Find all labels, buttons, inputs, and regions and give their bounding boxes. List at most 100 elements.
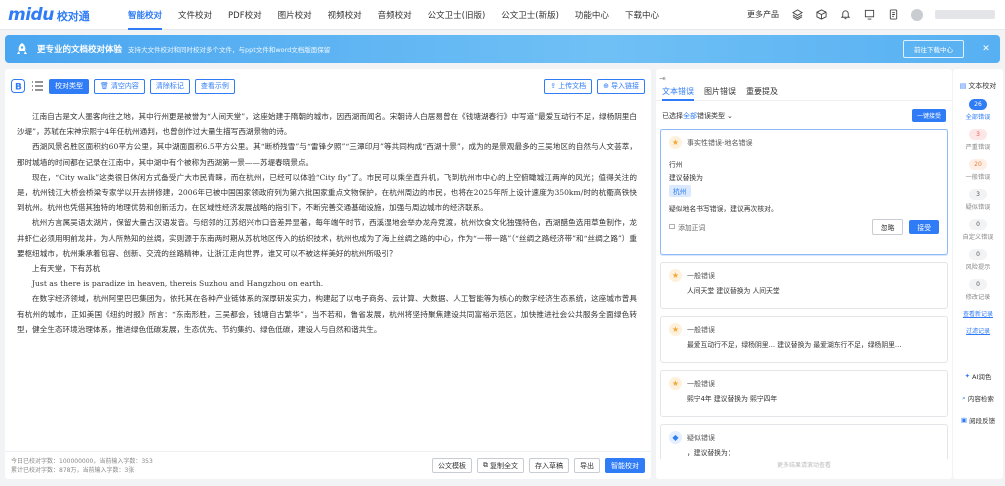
save-draft-button[interactable]: 存入草稿 (529, 458, 569, 473)
logo[interactable]: midu 校对通 (0, 5, 120, 25)
trash-icon: 🗑 (100, 82, 109, 90)
ai-icon: ✦ (964, 372, 971, 380)
check-type-button[interactable]: 校对类型 (49, 78, 89, 94)
toolbar-right: ⇪ 上传文档 ⊕ 导入链接 (544, 78, 645, 94)
tool-label: 阅段反馈 (969, 417, 996, 425)
nav-smart-check[interactable]: 智能校对 (120, 0, 170, 30)
stats-sidebar: ▤ 文本校对 26 全部错误 3 严重错误 20 一般错误 3 疑似错误 0 自定义错误 0… (953, 69, 1003, 479)
username-blurred[interactable] (935, 10, 995, 19)
stat-total: 累计已校对字数：878万，当前输入字数：3张 (11, 466, 135, 474)
content-search-tool[interactable]: ⌕ 内容检索 (962, 393, 994, 404)
clear-marks-button[interactable]: 清除标记 (149, 78, 190, 94)
doc-paragraph-6: Just as there is paradize in heaven, the… (32, 279, 324, 289)
cube-icon[interactable] (815, 9, 827, 21)
star-icon: ★ (669, 377, 682, 390)
stat-label: 严重错误 (965, 144, 991, 151)
tab-text-errors[interactable]: 文本错误 (662, 86, 694, 101)
add-word-icon[interactable]: ☐ (669, 223, 675, 231)
document-icon[interactable] (887, 9, 899, 21)
stat-label: 自定义错误 (962, 234, 994, 241)
stat-suspected-errors[interactable]: 3 疑似错误 (965, 189, 991, 211)
card-hint: 建议替换为 (669, 174, 703, 182)
avatar[interactable] (911, 8, 923, 21)
ignore-button[interactable]: 忽略 (871, 219, 904, 235)
nav-download-center[interactable]: 下载中心 (617, 0, 667, 30)
result-tabs: 文本错误 图片错误 重要提及 (656, 69, 952, 101)
stat-edit-records[interactable]: 0 修改记录 (966, 279, 990, 301)
card-title: 一般错误 (687, 325, 715, 334)
layers-icon[interactable] (791, 9, 803, 21)
stat-label: 全部错误 (965, 114, 991, 121)
rocket-icon (17, 43, 27, 54)
stat-label: 一般错误 (965, 174, 991, 181)
panel-end-note: 更多结果请滚动查看 (776, 462, 831, 469)
card-suggestion[interactable]: 杭州 (669, 185, 691, 197)
export-button[interactable]: 导出 (574, 458, 600, 473)
view-records-link[interactable]: 查看新记录 (963, 309, 993, 318)
document-text[interactable]: 江南自古是文人墨客向往之地，其中行州更是被誉为“人间天堂”，这座始建于隋朝的城市… (13, 109, 641, 423)
doc-paragraph-3: 现在，“City walk”这类很日休闲方式备受广大市民青睐，而在杭州，已经可以… (17, 172, 637, 213)
import-link-button[interactable]: ⊕ 导入链接 (597, 78, 645, 94)
editor-toolbar: B 校对类型 🗑 清空内容 清除标记 查看示例 ⇪ 上传文档 ⊕ 导入链接 (5, 69, 651, 103)
filter-all[interactable]: 全部 (683, 111, 697, 121)
import-link-label: 导入链接 (611, 82, 639, 90)
official-template-button[interactable]: 公文模板 (432, 458, 472, 473)
nav-file-check[interactable]: 文件校对 (170, 0, 220, 30)
view-example-label: 查看示例 (200, 82, 229, 90)
b-logo-icon[interactable]: B (11, 79, 25, 93)
star-icon: ★ (669, 323, 682, 336)
upload-doc-button[interactable]: ⇪ 上传文档 (544, 78, 593, 94)
banner-download-button[interactable]: 前往下载中心 (903, 40, 964, 58)
smart-check-button[interactable]: 智能校对 (605, 458, 645, 473)
clear-content-button[interactable]: 🗑 清空内容 (94, 78, 145, 94)
collapse-icon[interactable]: ⇥ (659, 74, 669, 84)
tab-important-mentions[interactable]: 重要提及 (746, 86, 778, 101)
close-icon[interactable]: ✕ (980, 43, 992, 55)
nav-pdf-check[interactable]: PDF校对 (220, 0, 270, 30)
error-card[interactable]: ★ 一般错误 最爱互动行不足，绿杨阴里... 建议替换为 最爱湖东行不足，绿杨阴里… (660, 316, 948, 363)
doc-paragraph-7: 在数字经济领域，杭州阿里巴巴集团为，依托其在各种产业链体系的深厚研发实力，构建起… (17, 294, 637, 334)
search-icon: ⌕ (962, 393, 966, 402)
copy-all-button[interactable]: ⧉ 复制全文 (477, 458, 524, 473)
stat-today: 今日已校对字数：100000000，当前输入字数：353 (11, 457, 153, 465)
footer-buttons: 公文模板 ⧉ 复制全文 存入草稿 导出 智能校对 (432, 458, 645, 473)
stat-custom-errors[interactable]: 0 自定义错误 (962, 219, 994, 241)
ai-polish-tool[interactable]: ✦ AI润色 (965, 371, 992, 381)
card-line: 人间天堂 建议替换为 人间天堂 (687, 287, 780, 295)
suspect-icon: ◆ (669, 431, 682, 444)
card-line: ，建议替换为： (687, 449, 735, 457)
monitor-icon[interactable] (863, 9, 875, 21)
stat-label: 疑似错误 (965, 204, 991, 211)
chevron-down-icon[interactable]: ⌄ (727, 112, 733, 120)
error-card[interactable]: ★ 事实性错误-地名错误 行州 建议替换为 杭州 疑似地名书写错误，建议再次核对。… (660, 129, 948, 255)
nav-feature-center[interactable]: 功能中心 (567, 0, 617, 30)
accept-button[interactable]: 接受 (909, 220, 939, 234)
error-card[interactable]: ★ 一般错误 人间天堂 建议替换为 人间天堂 (660, 262, 948, 309)
star-icon: ★ (669, 136, 682, 149)
card-original: 行州 (669, 161, 683, 169)
star-icon: ★ (669, 269, 682, 282)
nav-video-check[interactable]: 视频校对 (320, 0, 370, 30)
nav-doc-guard-old[interactable]: 公文卫士(旧版) (420, 0, 494, 30)
filter-records-link[interactable]: 过滤记录 (966, 326, 990, 335)
text-icon: ▤ (959, 82, 967, 90)
stat-general-errors[interactable]: 20 一般错误 (965, 159, 991, 181)
more-products-link[interactable]: 更多产品 (747, 9, 779, 20)
nav-doc-guard-new[interactable]: 公文卫士(新版) (493, 0, 567, 30)
tab-image-errors[interactable]: 图片错误 (704, 86, 736, 101)
card-title: 一般错误 (687, 379, 715, 388)
nav-image-check[interactable]: 图片校对 (270, 0, 320, 30)
error-card[interactable]: ★ 一般错误 熙宁4年 建议替换为 熙宁四年 (660, 370, 948, 417)
error-card[interactable]: ◆ 疑似错误 ，建议替换为： (660, 424, 948, 459)
stat-risk-hints[interactable]: 0 风险提示 (966, 249, 990, 271)
stat-all-errors[interactable]: 26 全部错误 (965, 99, 991, 121)
stat-count: 3 (969, 189, 987, 200)
feedback-tool[interactable]: ▣ 阅段反馈 (961, 415, 995, 425)
bell-icon[interactable] (839, 9, 851, 21)
view-example-button[interactable]: 查看示例 (194, 78, 235, 94)
stat-severe-errors[interactable]: 3 严重错误 (965, 129, 991, 151)
accept-all-button[interactable]: 一键接受 (911, 109, 946, 122)
list-icon[interactable] (30, 79, 44, 93)
add-word-link[interactable]: 添加正词 (678, 222, 705, 232)
nav-audio-check[interactable]: 音频校对 (370, 0, 420, 30)
